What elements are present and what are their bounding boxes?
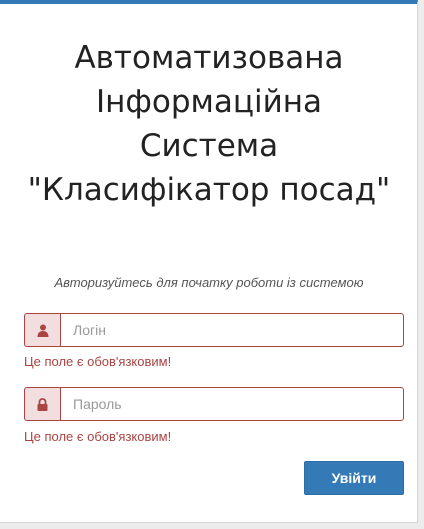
login-button[interactable]: Увійти — [304, 461, 404, 495]
login-input-group — [24, 313, 404, 347]
login-input[interactable] — [60, 313, 404, 347]
login-error-message: Це поле є обов'язковим! — [24, 354, 172, 369]
user-icon — [24, 313, 60, 347]
password-error-message: Це поле є обов'язковим! — [24, 429, 172, 444]
title-line-4: "Класифікатор посад" — [27, 172, 391, 208]
password-input[interactable] — [60, 387, 404, 421]
password-input-group — [24, 387, 404, 421]
title-line-3: Система — [139, 128, 279, 164]
title-line-2: Інформаційна — [95, 84, 323, 120]
login-instruction: Авторизуйтесь для початку роботи із сист… — [54, 275, 364, 290]
title-line-1: Автоматизована — [74, 40, 344, 76]
login-panel: Автоматизована Інформаційна Система "Кла… — [0, 0, 418, 523]
app-title: Автоматизована Інформаційна Система "Кла… — [0, 36, 418, 212]
lock-icon — [24, 387, 60, 421]
